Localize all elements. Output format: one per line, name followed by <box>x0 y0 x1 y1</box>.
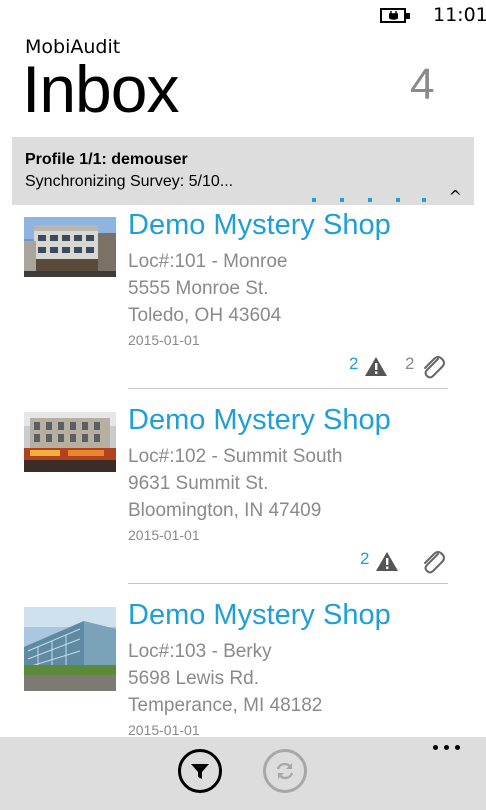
item-city: Bloomington, IN 47409 <box>128 500 322 521</box>
sync-status-text: Synchronizing Survey: 5/10... <box>25 173 234 190</box>
attachment-icon[interactable] <box>418 548 446 576</box>
item-title: Demo Mystery Shop <box>128 209 391 241</box>
location-photo <box>24 217 116 277</box>
item-address: 5698 Lewis Rd. <box>128 668 259 689</box>
status-bar: 11:01 <box>0 0 486 32</box>
item-address: 5555 Monroe St. <box>128 278 269 299</box>
item-date: 2015-01-01 <box>128 527 200 543</box>
collapse-caret-icon[interactable]: ^ <box>449 187 462 206</box>
sync-icon <box>276 762 294 780</box>
warning-icon <box>376 552 398 571</box>
battery-charging-icon <box>380 8 410 23</box>
item-city: Temperance, MI 48182 <box>128 695 323 716</box>
sync-banner[interactable]: Profile 1/1: demouser Synchronizing Surv… <box>12 137 474 206</box>
sync-button[interactable] <box>263 749 307 793</box>
warning-count: 2 <box>349 354 359 373</box>
attachment-icon[interactable] <box>418 353 446 381</box>
sync-profile-label: Profile 1/1: demouser <box>25 151 188 168</box>
filter-icon <box>191 764 209 779</box>
list-item[interactable]: Demo Mystery Shop Loc#:102 - Summit Sout… <box>0 400 486 595</box>
location-photo <box>24 412 116 472</box>
item-date: 2015-01-01 <box>128 722 200 738</box>
item-date: 2015-01-01 <box>128 332 200 348</box>
attachment-count: 2 <box>405 354 415 373</box>
item-divider <box>128 388 448 389</box>
filter-button[interactable] <box>178 749 222 793</box>
item-divider <box>128 583 448 584</box>
list-item[interactable]: Demo Mystery Shop Loc#:101 - Monroe 5555… <box>0 205 486 400</box>
status-time: 11:01 <box>433 4 486 26</box>
item-location: Loc#:102 - Summit South <box>128 446 343 467</box>
item-title: Demo Mystery Shop <box>128 404 391 436</box>
item-city: Toledo, OH 43604 <box>128 305 282 326</box>
item-title: Demo Mystery Shop <box>128 599 391 631</box>
page-title: Inbox <box>22 52 179 126</box>
location-photo <box>24 607 116 691</box>
warning-count: 2 <box>360 549 370 568</box>
app-bar <box>0 737 486 810</box>
sync-progress-indicator <box>312 198 430 202</box>
inbox-count: 4 <box>410 60 435 109</box>
more-dots-icon[interactable] <box>433 745 465 753</box>
item-location: Loc#:101 - Monroe <box>128 251 288 272</box>
item-address: 9631 Summit St. <box>128 473 269 494</box>
item-location: Loc#:103 - Berky <box>128 641 272 662</box>
warning-icon <box>365 357 387 376</box>
inbox-screen: 11:01 MobiAudit Inbox 4 Profile 1/1: dem… <box>0 0 486 810</box>
